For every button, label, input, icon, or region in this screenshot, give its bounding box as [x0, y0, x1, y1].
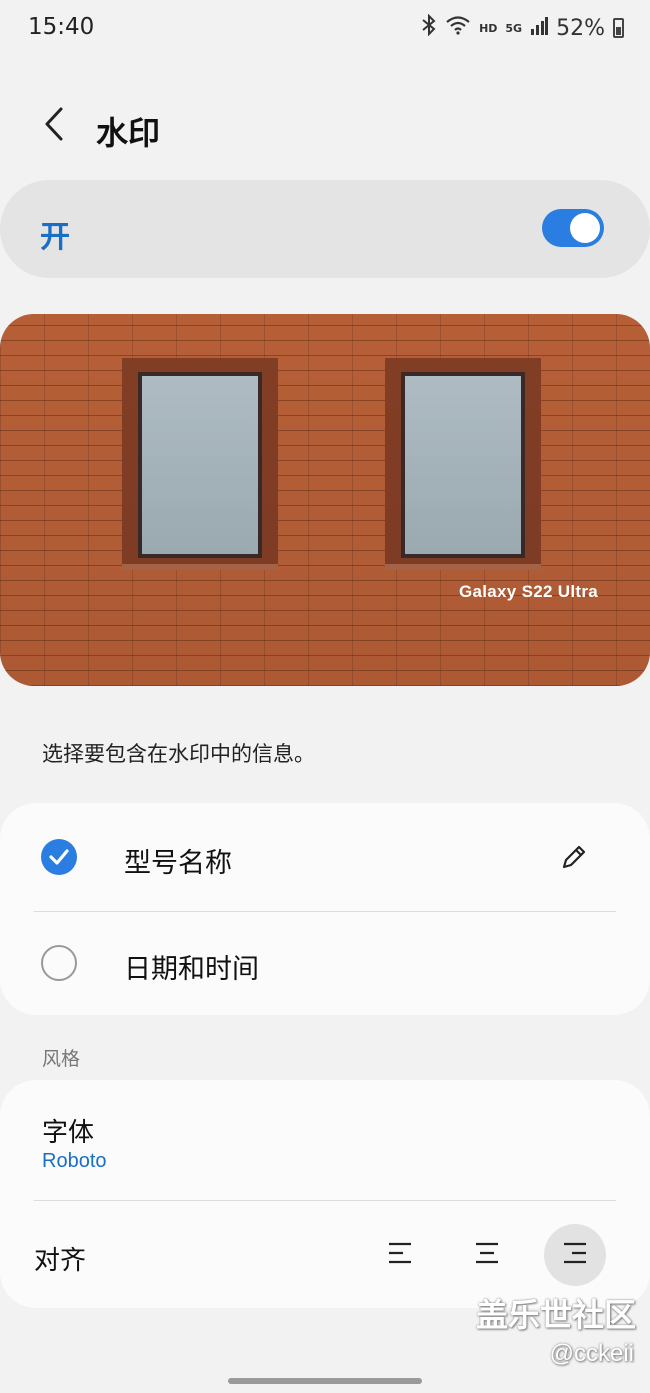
style-card: 字体 Roboto 对齐: [0, 1080, 650, 1308]
section-label-style: 风格: [42, 1048, 81, 1070]
align-left-icon: [387, 1241, 413, 1269]
checkbox-model-name[interactable]: [41, 839, 77, 875]
user-handle-watermark: @cckeii: [549, 1340, 634, 1367]
master-toggle-label: 开: [40, 220, 70, 255]
network-indicator: 5G: [505, 21, 523, 35]
font-title: 字体: [42, 1118, 95, 1148]
home-indicator[interactable]: [228, 1378, 422, 1384]
hd-indicator: HD: [479, 21, 498, 35]
align-center-button[interactable]: [456, 1224, 518, 1286]
header: 水印: [0, 96, 650, 160]
back-button[interactable]: [34, 106, 74, 146]
battery-icon: [613, 18, 624, 38]
pencil-icon[interactable]: [558, 841, 590, 873]
option-label: 型号名称: [124, 848, 232, 879]
align-left-button[interactable]: [369, 1224, 431, 1286]
font-value: Roboto: [42, 1150, 107, 1172]
option-date-time[interactable]: [0, 911, 650, 1015]
switch-knob: [570, 213, 600, 243]
bluetooth-icon: [421, 13, 437, 42]
description-text: 选择要包含在水印中的信息。: [42, 742, 315, 766]
option-label: 日期和时间: [124, 954, 259, 985]
master-toggle-switch[interactable]: [542, 209, 604, 247]
status-icons: HD 5G 52%: [421, 13, 624, 42]
watermark-info-options: 型号名称 日期和时间: [0, 803, 650, 1015]
divider: [34, 1200, 616, 1201]
align-center-icon: [474, 1241, 500, 1269]
option-model-name[interactable]: 型号名称: [0, 803, 650, 911]
watermark-preview-image: Galaxy S22 Ultra: [0, 314, 650, 686]
wifi-icon: [445, 15, 471, 41]
align-right-icon: [562, 1241, 588, 1269]
community-watermark: 盖乐世社区: [475, 1296, 636, 1334]
status-time: 15:40: [28, 14, 95, 40]
align-right-button[interactable]: [544, 1224, 606, 1286]
watermark-preview-text: Galaxy S22 Ultra: [459, 582, 598, 601]
back-arrow-icon: [43, 107, 65, 145]
page-title: 水印: [96, 114, 161, 152]
alignment-title: 对齐: [34, 1246, 87, 1276]
status-bar: 15:40 HD 5G 52%: [0, 0, 650, 56]
master-toggle-row[interactable]: 开: [0, 180, 650, 278]
checkbox-date-time[interactable]: [41, 945, 77, 981]
signal-icon: [530, 15, 549, 41]
battery-level: 52%: [556, 15, 605, 41]
font-row[interactable]: 字体 Roboto: [0, 1080, 650, 1200]
